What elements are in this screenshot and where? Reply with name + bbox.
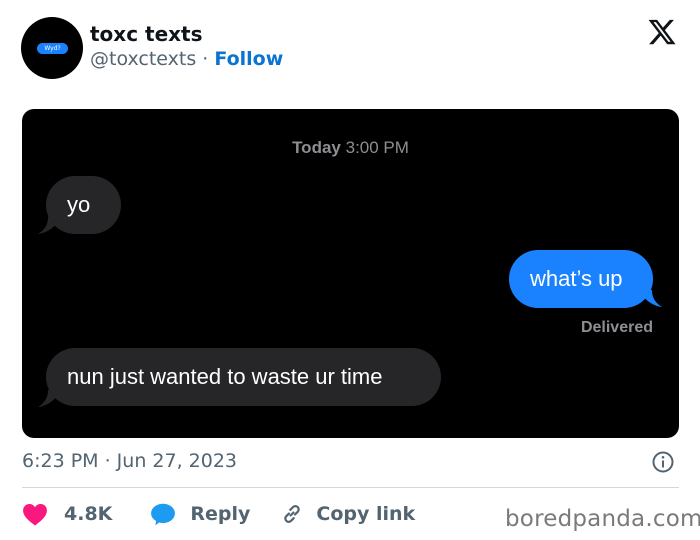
message-bubble-incoming: yo: [46, 176, 121, 234]
message-bubble-incoming: nun just wanted to waste ur time: [46, 348, 441, 406]
reply-bubble-icon: [150, 502, 176, 526]
copy-link-button[interactable]: Copy link: [280, 502, 415, 526]
like-button[interactable]: 4.8K: [22, 502, 150, 526]
handle[interactable]: @toxctexts: [90, 48, 196, 70]
message-screenshot: Today 3:00 PM yo what’s up Delivered nun…: [22, 109, 679, 438]
avatar[interactable]: Wyd?: [21, 17, 83, 79]
display-name[interactable]: toxc texts: [90, 22, 203, 46]
follow-button[interactable]: Follow: [214, 48, 283, 70]
message-bubble-outgoing: what’s up: [509, 250, 653, 308]
link-icon: [280, 502, 304, 526]
copy-link-label: Copy link: [316, 503, 416, 525]
chat-timestamp: Today 3:00 PM: [22, 138, 679, 158]
watermark: boredpanda.com: [505, 506, 700, 532]
info-icon[interactable]: [652, 451, 674, 473]
divider: [22, 487, 679, 488]
chat-timestamp-day: Today: [292, 138, 341, 157]
delivered-status: Delivered: [580, 319, 653, 336]
reply-button[interactable]: Reply: [150, 502, 280, 526]
heart-icon: [22, 502, 48, 526]
handle-row: @toxctexts · Follow: [90, 48, 283, 70]
tweet-actions: 4.8K Reply Copy link: [22, 500, 415, 528]
avatar-text: Wyd?: [37, 43, 68, 54]
chat-timestamp-time: 3:00 PM: [345, 138, 409, 157]
x-logo-icon[interactable]: [647, 17, 677, 47]
reply-label: Reply: [190, 503, 251, 525]
tweet-timestamp[interactable]: 6:23 PM · Jun 27, 2023: [22, 450, 237, 472]
like-count: 4.8K: [64, 503, 113, 525]
separator: ·: [202, 48, 209, 70]
